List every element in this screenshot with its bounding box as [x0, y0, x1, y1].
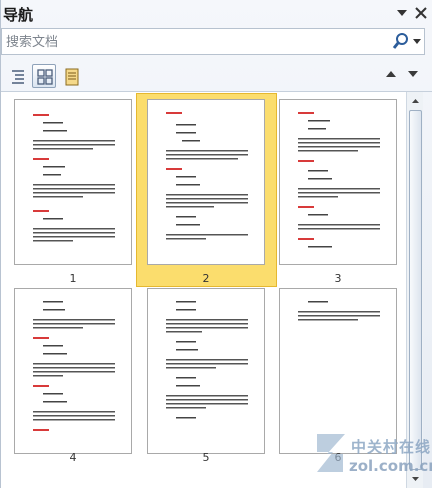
chevron-down-icon [397, 10, 407, 16]
page-number: 2 [202, 272, 210, 285]
triangle-down-icon [408, 71, 418, 77]
search-options-button[interactable] [411, 32, 423, 50]
title-bar: 导航 [1, 0, 432, 28]
view-toolbar [1, 58, 432, 92]
previous-result-button[interactable] [383, 66, 399, 82]
page-preview [14, 288, 132, 454]
next-result-button[interactable] [405, 66, 421, 82]
page-number: 1 [69, 272, 77, 285]
close-button[interactable] [412, 4, 430, 22]
triangle-up-icon [386, 71, 396, 77]
tab-page-thumbnails[interactable] [32, 64, 56, 88]
search-results-icon [65, 68, 79, 86]
watermark-logo-icon [317, 434, 345, 472]
pane-title: 导航 [3, 6, 34, 24]
page-preview [14, 99, 132, 265]
chevron-down-icon [413, 39, 421, 44]
thumbnail-list: 1 2 3 4 5 [1, 92, 406, 488]
page-preview [147, 288, 265, 454]
scroll-thumb[interactable] [409, 110, 422, 470]
close-icon [415, 7, 427, 19]
tab-search-results[interactable] [59, 64, 83, 88]
page-number: 5 [202, 451, 210, 464]
search-icon [392, 33, 408, 49]
page-preview [279, 99, 397, 265]
page-number: 4 [69, 451, 77, 464]
search-input[interactable] [6, 33, 376, 51]
triangle-up-icon [412, 99, 419, 103]
search-button[interactable] [392, 32, 410, 50]
vertical-scrollbar[interactable] [406, 92, 423, 488]
tab-headings[interactable] [5, 64, 29, 88]
page-thumbnails-icon [37, 69, 53, 85]
heading-list-icon [12, 70, 24, 84]
page-preview [147, 99, 265, 265]
watermark: 中关村在线 zol.com.cn [313, 430, 432, 486]
search-box [1, 28, 425, 55]
watermark-text: 中关村在线 [351, 438, 432, 456]
watermark-domain: zol.com.cn [349, 457, 432, 475]
navigation-pane: 导航 搜索文档 1 2 3 4 5 中关村在线 zol.com.cn [0, 0, 432, 488]
page-number: 3 [334, 272, 342, 285]
pane-options-button[interactable] [393, 4, 411, 22]
scroll-up-button[interactable] [408, 93, 423, 109]
